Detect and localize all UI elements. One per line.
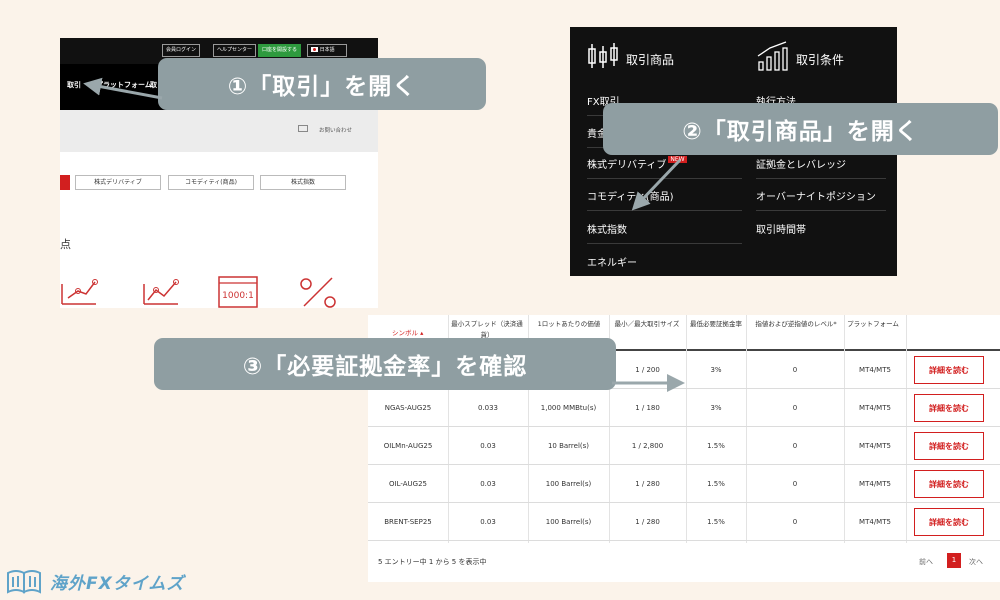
read-more-button[interactable]: 詳細を読む — [914, 470, 984, 498]
cell-symbol: NGAS-AUG25 — [384, 404, 432, 412]
divider — [587, 210, 742, 211]
site-logo: 海外FXタイムズ — [6, 568, 184, 594]
book-icon — [7, 570, 41, 594]
section-heading-fragment: 点 — [60, 238, 71, 251]
cell-margin: 1.5% — [707, 518, 725, 526]
menu-item-overnight[interactable]: オーバーナイトポジション — [756, 188, 876, 203]
cell-lot: 10 Barrel(s) — [547, 442, 590, 450]
percent-icon — [300, 277, 336, 308]
menu-item-margin-leverage[interactable]: 証拠金とレバレッジ — [756, 156, 846, 171]
callout-step2: ②「取引商品」を開く — [603, 103, 998, 155]
cell-level: 0 — [792, 404, 798, 412]
cell-lot: 1,000 MMBtu(s) — [540, 404, 597, 412]
chart-up-icon — [61, 279, 98, 305]
cell-platform: MT4/MT5 — [859, 518, 891, 526]
divider — [756, 178, 886, 179]
member-login-button[interactable]: 会員ログイン — [162, 44, 201, 57]
cell-spread: 0.03 — [480, 480, 496, 488]
svg-text:1000:1: 1000:1 — [222, 291, 254, 301]
callout-step1: ①「取引」を開く — [158, 58, 486, 110]
nav-platform[interactable]: プラットフォーム — [96, 80, 152, 90]
active-tab-indicator[interactable] — [60, 175, 70, 190]
cell-symbol: BRENT-SEP25 — [384, 518, 432, 526]
cell-margin: 3% — [710, 366, 722, 374]
help-center-button[interactable]: ヘルプセンター — [213, 44, 257, 57]
cell-level: 0 — [792, 442, 798, 450]
table-row: NGAS-AUG25 0.033 1,000 MMBtu(s) 1 / 180 3% 0 M… — [368, 389, 1000, 427]
divider — [587, 178, 742, 179]
menu-heading-conditions: 取引条件 — [796, 53, 845, 67]
menu-item-energy[interactable]: エネルギー — [587, 254, 637, 269]
cell-margin: 1.5% — [707, 480, 725, 488]
col-platform: プラットフォーム — [847, 320, 899, 328]
tab-stock-indices[interactable]: 株式指数 — [260, 175, 346, 190]
logo-text: 海外FXタイムズ — [50, 573, 185, 594]
cell-size: 1 / 200 — [635, 366, 660, 374]
cell-spread: 0.03 — [480, 518, 496, 526]
divider — [587, 243, 742, 244]
cell-size: 1 / 180 — [635, 404, 660, 412]
cell-size: 1 / 2,800 — [631, 442, 664, 450]
pagination-page[interactable]: 1 — [947, 553, 961, 568]
table-row: OILMn-AUG25 0.03 10 Barrel(s) 1 / 2,800 1.5%… — [368, 427, 1000, 465]
tab-stock-derivatives[interactable]: 株式デリバティブ — [75, 175, 161, 190]
cell-platform: MT4/MT5 — [859, 404, 891, 412]
cell-size: 1 / 280 — [635, 518, 660, 526]
pagination-next[interactable]: 次へ — [969, 557, 983, 567]
cell-platform: MT4/MT5 — [859, 442, 891, 450]
menu-heading-products: 取引商品 — [626, 53, 675, 67]
cell-spread: 0.03 — [480, 442, 496, 450]
new-badge: NEW — [668, 156, 687, 163]
japan-flag-icon — [311, 47, 318, 52]
cell-platform: MT4/MT5 — [859, 480, 891, 488]
col-margin: 最低必要証拠金率 — [690, 320, 742, 328]
nav-truncated[interactable]: 取 — [150, 80, 157, 90]
cell-lot: 100 Barrel(s) — [545, 480, 592, 488]
cell-level: 0 — [792, 480, 798, 488]
read-more-button[interactable]: 詳細を読む — [914, 508, 984, 536]
divider — [756, 210, 886, 211]
pagination-prev[interactable]: 前へ — [919, 557, 933, 567]
read-more-button[interactable]: 詳細を読む — [914, 432, 984, 460]
cell-platform: MT4/MT5 — [859, 366, 891, 374]
cell-level: 0 — [792, 518, 798, 526]
cell-margin: 3% — [710, 404, 722, 412]
trend-chart-icon — [757, 41, 788, 71]
col-lot-value: 1ロットあたりの価値 — [537, 320, 601, 328]
menu-item-stock-derivatives[interactable]: 株式デリバティブNEW — [587, 156, 687, 171]
cell-level: 0 — [792, 366, 798, 374]
candlestick-icon — [588, 43, 618, 68]
read-more-button[interactable]: 詳細を読む — [914, 394, 984, 422]
sub-header: お問い合わせ — [60, 110, 378, 152]
table-row: OIL-AUG25 0.03 100 Barrel(s) 1 / 280 1.5% 0 MT… — [368, 465, 1000, 503]
contact-link[interactable]: お問い合わせ — [319, 126, 352, 134]
open-account-button[interactable]: 口座を開設する — [258, 44, 302, 57]
mail-icon — [298, 125, 308, 132]
entries-info: 5 エントリー中 1 から 5 を表示中 — [378, 558, 487, 566]
col-size: 最小／最大取引サイズ — [614, 320, 680, 328]
tab-commodities[interactable]: コモディティ(商品) — [168, 175, 254, 190]
menu-item-commodities[interactable]: コモディティ(商品) — [587, 188, 674, 203]
chart-growth-icon — [143, 279, 179, 305]
nav-trading[interactable]: 取引 — [67, 80, 81, 90]
table-row: BRENT-SEP25 0.03 100 Barrel(s) 1 / 280 1.5% 0… — [368, 503, 1000, 541]
cell-margin: 1.5% — [707, 442, 725, 450]
menu-item-trading-hours[interactable]: 取引時間帯 — [756, 221, 806, 236]
cell-symbol: OILMn-AUG25 — [383, 442, 433, 450]
cell-spread: 0.033 — [477, 404, 499, 412]
menu-item-stock-indices[interactable]: 株式指数 — [587, 221, 627, 236]
leverage-window-icon: 1000:1 — [218, 276, 258, 308]
read-more-button[interactable]: 詳細を読む — [914, 356, 984, 384]
cell-symbol: OIL-AUG25 — [389, 480, 427, 488]
language-select[interactable]: 日本語 — [307, 44, 347, 57]
cell-size: 1 / 280 — [635, 480, 660, 488]
callout-step3: ③「必要証拠金率」を確認 — [154, 338, 616, 390]
cell-lot: 100 Barrel(s) — [545, 518, 592, 526]
col-stop-level: 指値および逆指値のレベル* — [755, 320, 837, 328]
